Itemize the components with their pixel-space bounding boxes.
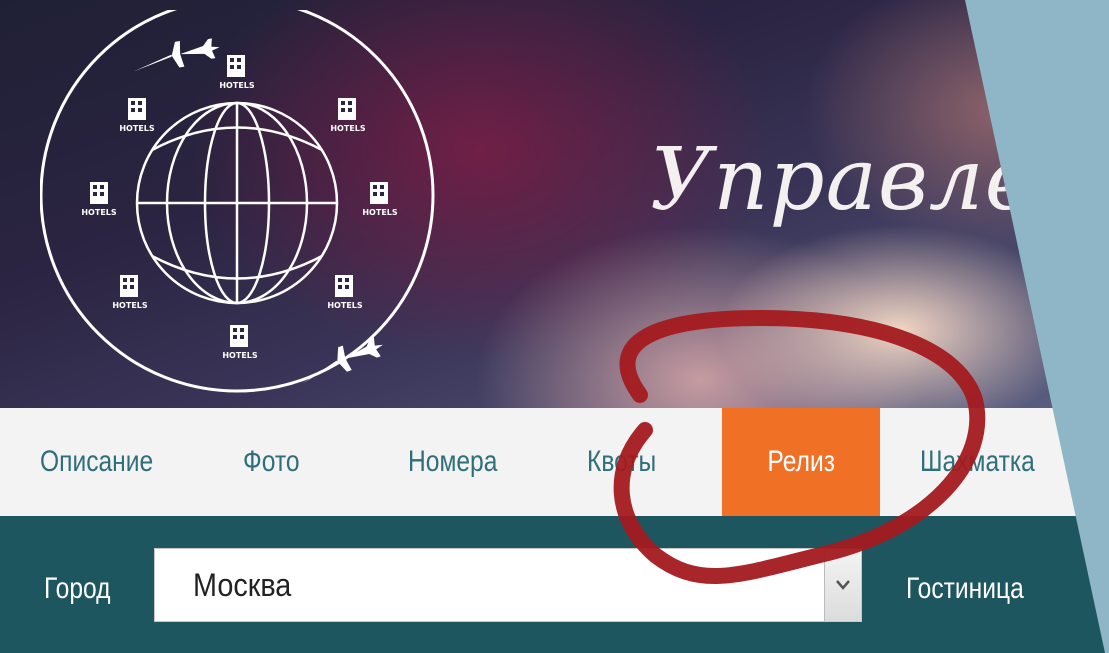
- hotel-building-icon: [90, 182, 108, 204]
- hotel-label: HOTELS: [222, 351, 258, 360]
- hotel-label: HOTELS: [81, 208, 117, 217]
- page-fragment: Управлени HOTELS HOTELS HOTELS HOTELS HO…: [0, 0, 1109, 653]
- header-banner: Управлени HOTELS HOTELS HOTELS HOTELS HO…: [0, 0, 1109, 408]
- city-select-value: Москва: [193, 567, 292, 603]
- hotel-label: HOTELS: [330, 124, 366, 133]
- nav-tab-chessboard[interactable]: Шахматка: [920, 408, 1035, 516]
- chevron-down-icon[interactable]: [824, 549, 861, 621]
- main-nav: Описание Фото Номера Квоты Релиз Шахматк…: [0, 408, 1105, 516]
- nav-tab-description[interactable]: Описание: [40, 408, 153, 516]
- logo-graphic: [39, 0, 435, 393]
- nav-tab-release-label: Релиз: [767, 445, 835, 478]
- hotel-label: HOTELS: [112, 301, 148, 310]
- hotel-label: HOTELS: [327, 301, 363, 310]
- banner-title: Управлени: [650, 130, 1109, 230]
- hotel-building-icon: [227, 55, 245, 77]
- hotel-building-icon: [128, 98, 146, 120]
- nav-tab-rooms[interactable]: Номера: [408, 408, 497, 516]
- nav-tab-quotas[interactable]: Квоты: [587, 408, 656, 516]
- hotel-building-icon: [370, 182, 388, 204]
- hotel-building-icon: [230, 325, 248, 347]
- hotels-globe-logo: HOTELS HOTELS HOTELS HOTELS HOTELS HOTEL…: [39, 0, 460, 400]
- nav-tab-photo[interactable]: Фото: [243, 408, 300, 516]
- hotel-label: HOTELS: [119, 124, 155, 133]
- hotel-building-icon: [335, 275, 353, 297]
- hotel-label: HOTELS: [362, 208, 398, 217]
- city-label: Город: [44, 572, 111, 605]
- hotel-filter-label: Гостиница: [906, 572, 1024, 605]
- airplane-icon: [133, 38, 220, 72]
- nav-tab-release[interactable]: Релиз: [722, 408, 880, 516]
- city-select[interactable]: Москва: [154, 548, 862, 622]
- hotel-building-icon: [338, 98, 356, 120]
- hotel-label: HOTELS: [219, 81, 255, 90]
- hotel-building-icon: [120, 275, 138, 297]
- airplane-icon: [302, 337, 383, 384]
